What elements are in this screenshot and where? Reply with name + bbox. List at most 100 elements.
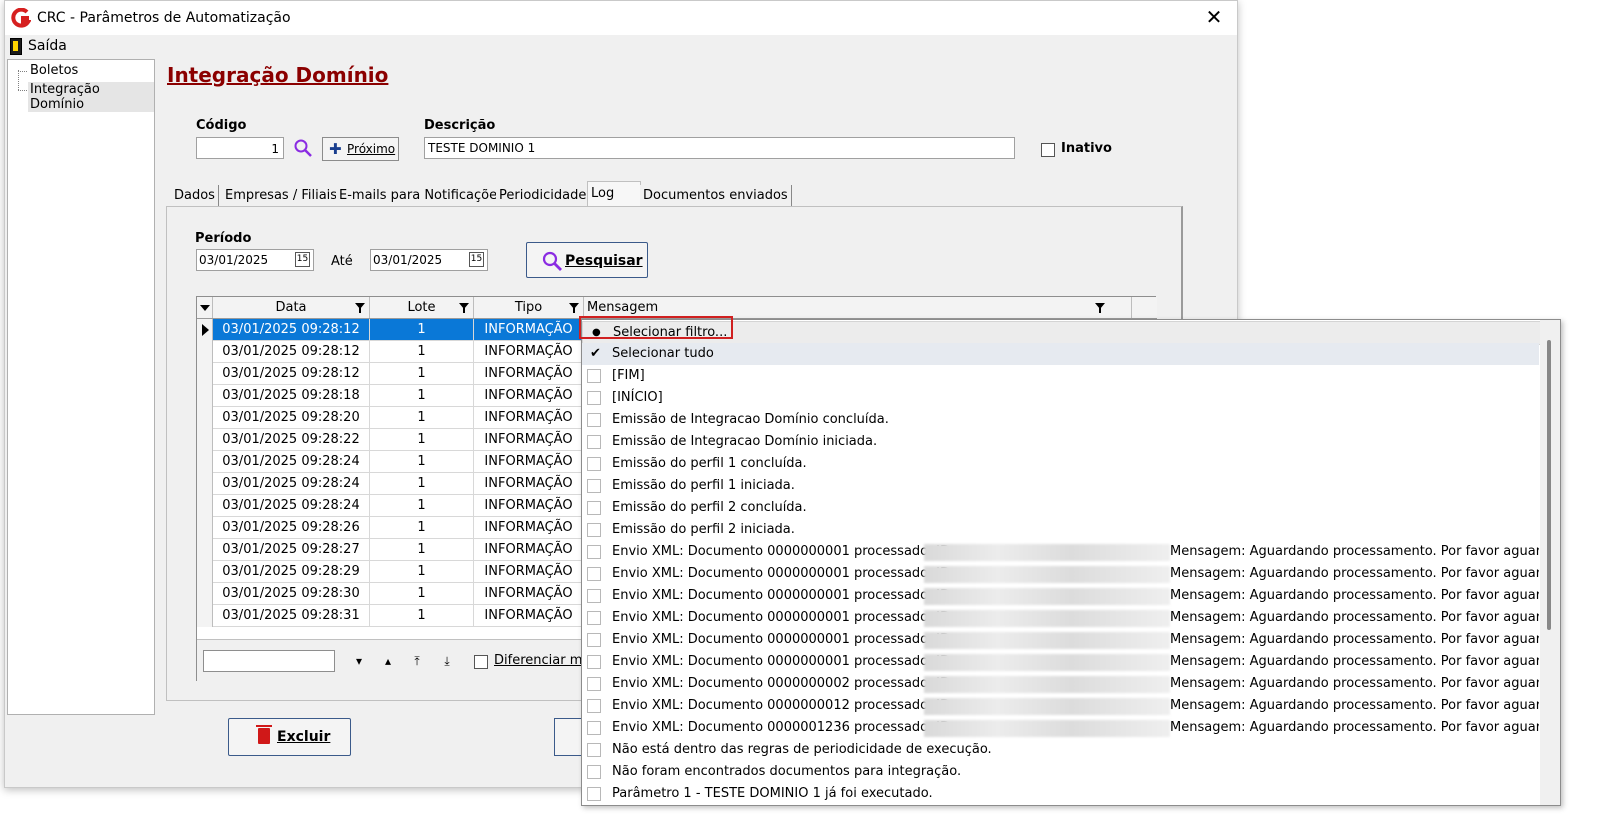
ate-label: Até (331, 254, 353, 269)
last-icon[interactable]: ⤓ (440, 654, 454, 668)
search-icon (542, 251, 562, 271)
filter-option-checkbox[interactable] (587, 457, 601, 471)
cell-data: 03/01/2025 09:28:30 (213, 583, 370, 604)
filter-option-checkbox[interactable] (587, 787, 601, 801)
descricao-input[interactable]: TESTE DOMINIO 1 (424, 137, 1015, 159)
calendar-icon[interactable]: 15 (469, 252, 484, 267)
filter-option-checkbox[interactable] (587, 589, 601, 603)
column-header-data[interactable]: Data (213, 297, 370, 318)
filter-option-checkbox[interactable] (587, 567, 601, 581)
filter-option[interactable]: Emissão do perfil 1 iniciada. (582, 475, 1539, 497)
tab-dados[interactable]: Dados (171, 185, 219, 207)
cell-tipo: INFORMAÇÃO (474, 473, 584, 494)
cell-lote: 1 (370, 363, 474, 384)
redacted-id (924, 544, 1170, 561)
delete-button[interactable]: Excluir (228, 718, 351, 756)
tab-documentos-enviados[interactable]: Documentos enviados (640, 185, 792, 207)
scrollbar-thumb[interactable] (1547, 340, 1551, 630)
filter-option[interactable]: Emissão de Integracao Domínio iniciada. (582, 431, 1539, 453)
close-icon[interactable]: ✕ (1201, 7, 1227, 29)
filter-option[interactable]: Não foram encontrados documentos para in… (582, 761, 1539, 783)
filter-option-checkbox[interactable] (587, 655, 601, 669)
filter-icon[interactable] (569, 303, 579, 313)
date-to-input[interactable]: 03/01/2025 15 (370, 249, 488, 271)
filter-option[interactable]: Envio XML: Documento 0000000001 processa… (582, 607, 1539, 629)
filter-option-checkbox[interactable] (587, 699, 601, 713)
filter-option-checkbox[interactable] (587, 479, 601, 493)
filter-option[interactable]: Envio XML: Documento 0000001236 processa… (582, 717, 1539, 739)
column-header-mensagem[interactable]: Mensagem (584, 297, 1132, 318)
tree-item-boletos[interactable]: Boletos (28, 63, 80, 78)
first-icon[interactable]: ⤒ (410, 654, 424, 668)
popup-scrollbar[interactable] (1540, 320, 1560, 805)
filter-option[interactable]: Envio XML: Documento 0000000001 processa… (582, 541, 1539, 563)
filter-option[interactable]: Emissão de Integracao Domínio concluída. (582, 409, 1539, 431)
filter-option-label: Envio XML: Documento 0000000002 processa… (612, 676, 955, 691)
filter-option-checkbox[interactable] (587, 743, 601, 757)
filter-option-checkbox[interactable] (587, 765, 601, 779)
tab-periodicidade[interactable]: Periodicidade (496, 185, 591, 207)
filter-option[interactable]: [INÍCIO] (582, 387, 1539, 409)
inativo-checkbox[interactable] (1041, 143, 1055, 157)
calendar-icon[interactable]: 15 (295, 252, 310, 267)
redacted-id (924, 588, 1170, 605)
filter-option[interactable]: Envio XML: Documento 0000000001 processa… (582, 629, 1539, 651)
filter-option[interactable]: Envio XML: Documento 0000000001 processa… (582, 651, 1539, 673)
menu-exit[interactable]: Saída (28, 38, 67, 54)
filter-option-checkbox[interactable] (587, 523, 601, 537)
tab-log[interactable]: Log (587, 181, 641, 208)
filter-option-label: Parâmetro 1 - TESTE DOMINIO 1 já foi exe… (612, 786, 933, 801)
redacted-id (924, 654, 1170, 671)
codigo-input[interactable]: 1 (196, 137, 284, 159)
grid-search-input[interactable] (203, 650, 335, 672)
filter-option-checkbox[interactable] (587, 369, 601, 383)
column-header-lote[interactable]: Lote (370, 297, 474, 318)
grid-options-button[interactable] (197, 297, 213, 318)
filter-option[interactable]: [FIM] (582, 365, 1539, 387)
filter-option[interactable]: Emissão do perfil 2 iniciada. (582, 519, 1539, 541)
filter-option-message: Mensagem: Aguardando processamento. Por … (1170, 720, 1539, 735)
cell-lote: 1 (370, 495, 474, 516)
filter-option[interactable]: Parâmetro 1 - TESTE DOMINIO 1 já foi exe… (582, 783, 1539, 805)
cell-lote: 1 (370, 539, 474, 560)
tab-emails-notificacoes[interactable]: E-mails para Notificações (336, 185, 508, 207)
search-button[interactable]: Pesquisar (526, 242, 648, 278)
filter-option[interactable]: Envio XML: Documento 0000000001 processa… (582, 585, 1539, 607)
arrow-down-icon[interactable]: ▾ (352, 654, 366, 668)
filter-option[interactable]: Envio XML: Documento 0000000012 processa… (582, 695, 1539, 717)
tree-line (18, 90, 27, 91)
tree-item-integracao-dominio[interactable]: Integração Domínio (28, 82, 154, 112)
filter-option-checkbox[interactable] (587, 721, 601, 735)
tab-empresas-filiais[interactable]: Empresas / Filiais (222, 185, 342, 207)
filter-option-checkbox[interactable] (587, 391, 601, 405)
date-from-input[interactable]: 03/01/2025 15 (196, 249, 314, 271)
filter-option-checkbox[interactable] (587, 501, 601, 515)
filter-option-checkbox[interactable] (587, 611, 601, 625)
filter-option[interactable]: Emissão do perfil 2 concluída. (582, 497, 1539, 519)
arrow-up-icon[interactable]: ▴ (381, 654, 395, 668)
next-button[interactable]: ✚ Próximo (322, 137, 399, 161)
filter-option[interactable]: Envio XML: Documento 0000000001 processa… (582, 563, 1539, 585)
row-indicator (197, 517, 213, 539)
filter-option[interactable]: Envio XML: Documento 0000000002 processa… (582, 673, 1539, 695)
filter-option-message: Mensagem: Aguardando processamento. Por … (1170, 566, 1539, 581)
filter-icon[interactable] (1095, 303, 1105, 313)
cell-lote: 1 (370, 561, 474, 582)
filter-option-checkbox[interactable] (587, 413, 601, 427)
filter-option-label: Emissão do perfil 2 concluída. (612, 500, 807, 515)
filter-option-checkbox[interactable] (587, 545, 601, 559)
search-icon[interactable] (293, 138, 313, 158)
filter-option-checkbox[interactable] (587, 435, 601, 449)
filter-option-checkbox[interactable] (587, 633, 601, 647)
filter-icon[interactable] (459, 303, 469, 313)
select-all-item[interactable]: ✔ Selecionar tudo (582, 343, 1539, 365)
column-header-tipo[interactable]: Tipo (474, 297, 584, 318)
filter-option[interactable]: Não está dentro das regras de periodicid… (582, 739, 1539, 761)
case-sensitive-checkbox[interactable] (474, 655, 488, 669)
filter-option[interactable]: Emissão do perfil 1 concluída. (582, 453, 1539, 475)
date-from-value: 03/01/2025 (199, 253, 269, 267)
filter-option-checkbox[interactable] (587, 677, 601, 691)
redacted-id (924, 632, 1170, 649)
filter-icon[interactable] (355, 303, 365, 313)
cell-data: 03/01/2025 09:28:29 (213, 561, 370, 582)
